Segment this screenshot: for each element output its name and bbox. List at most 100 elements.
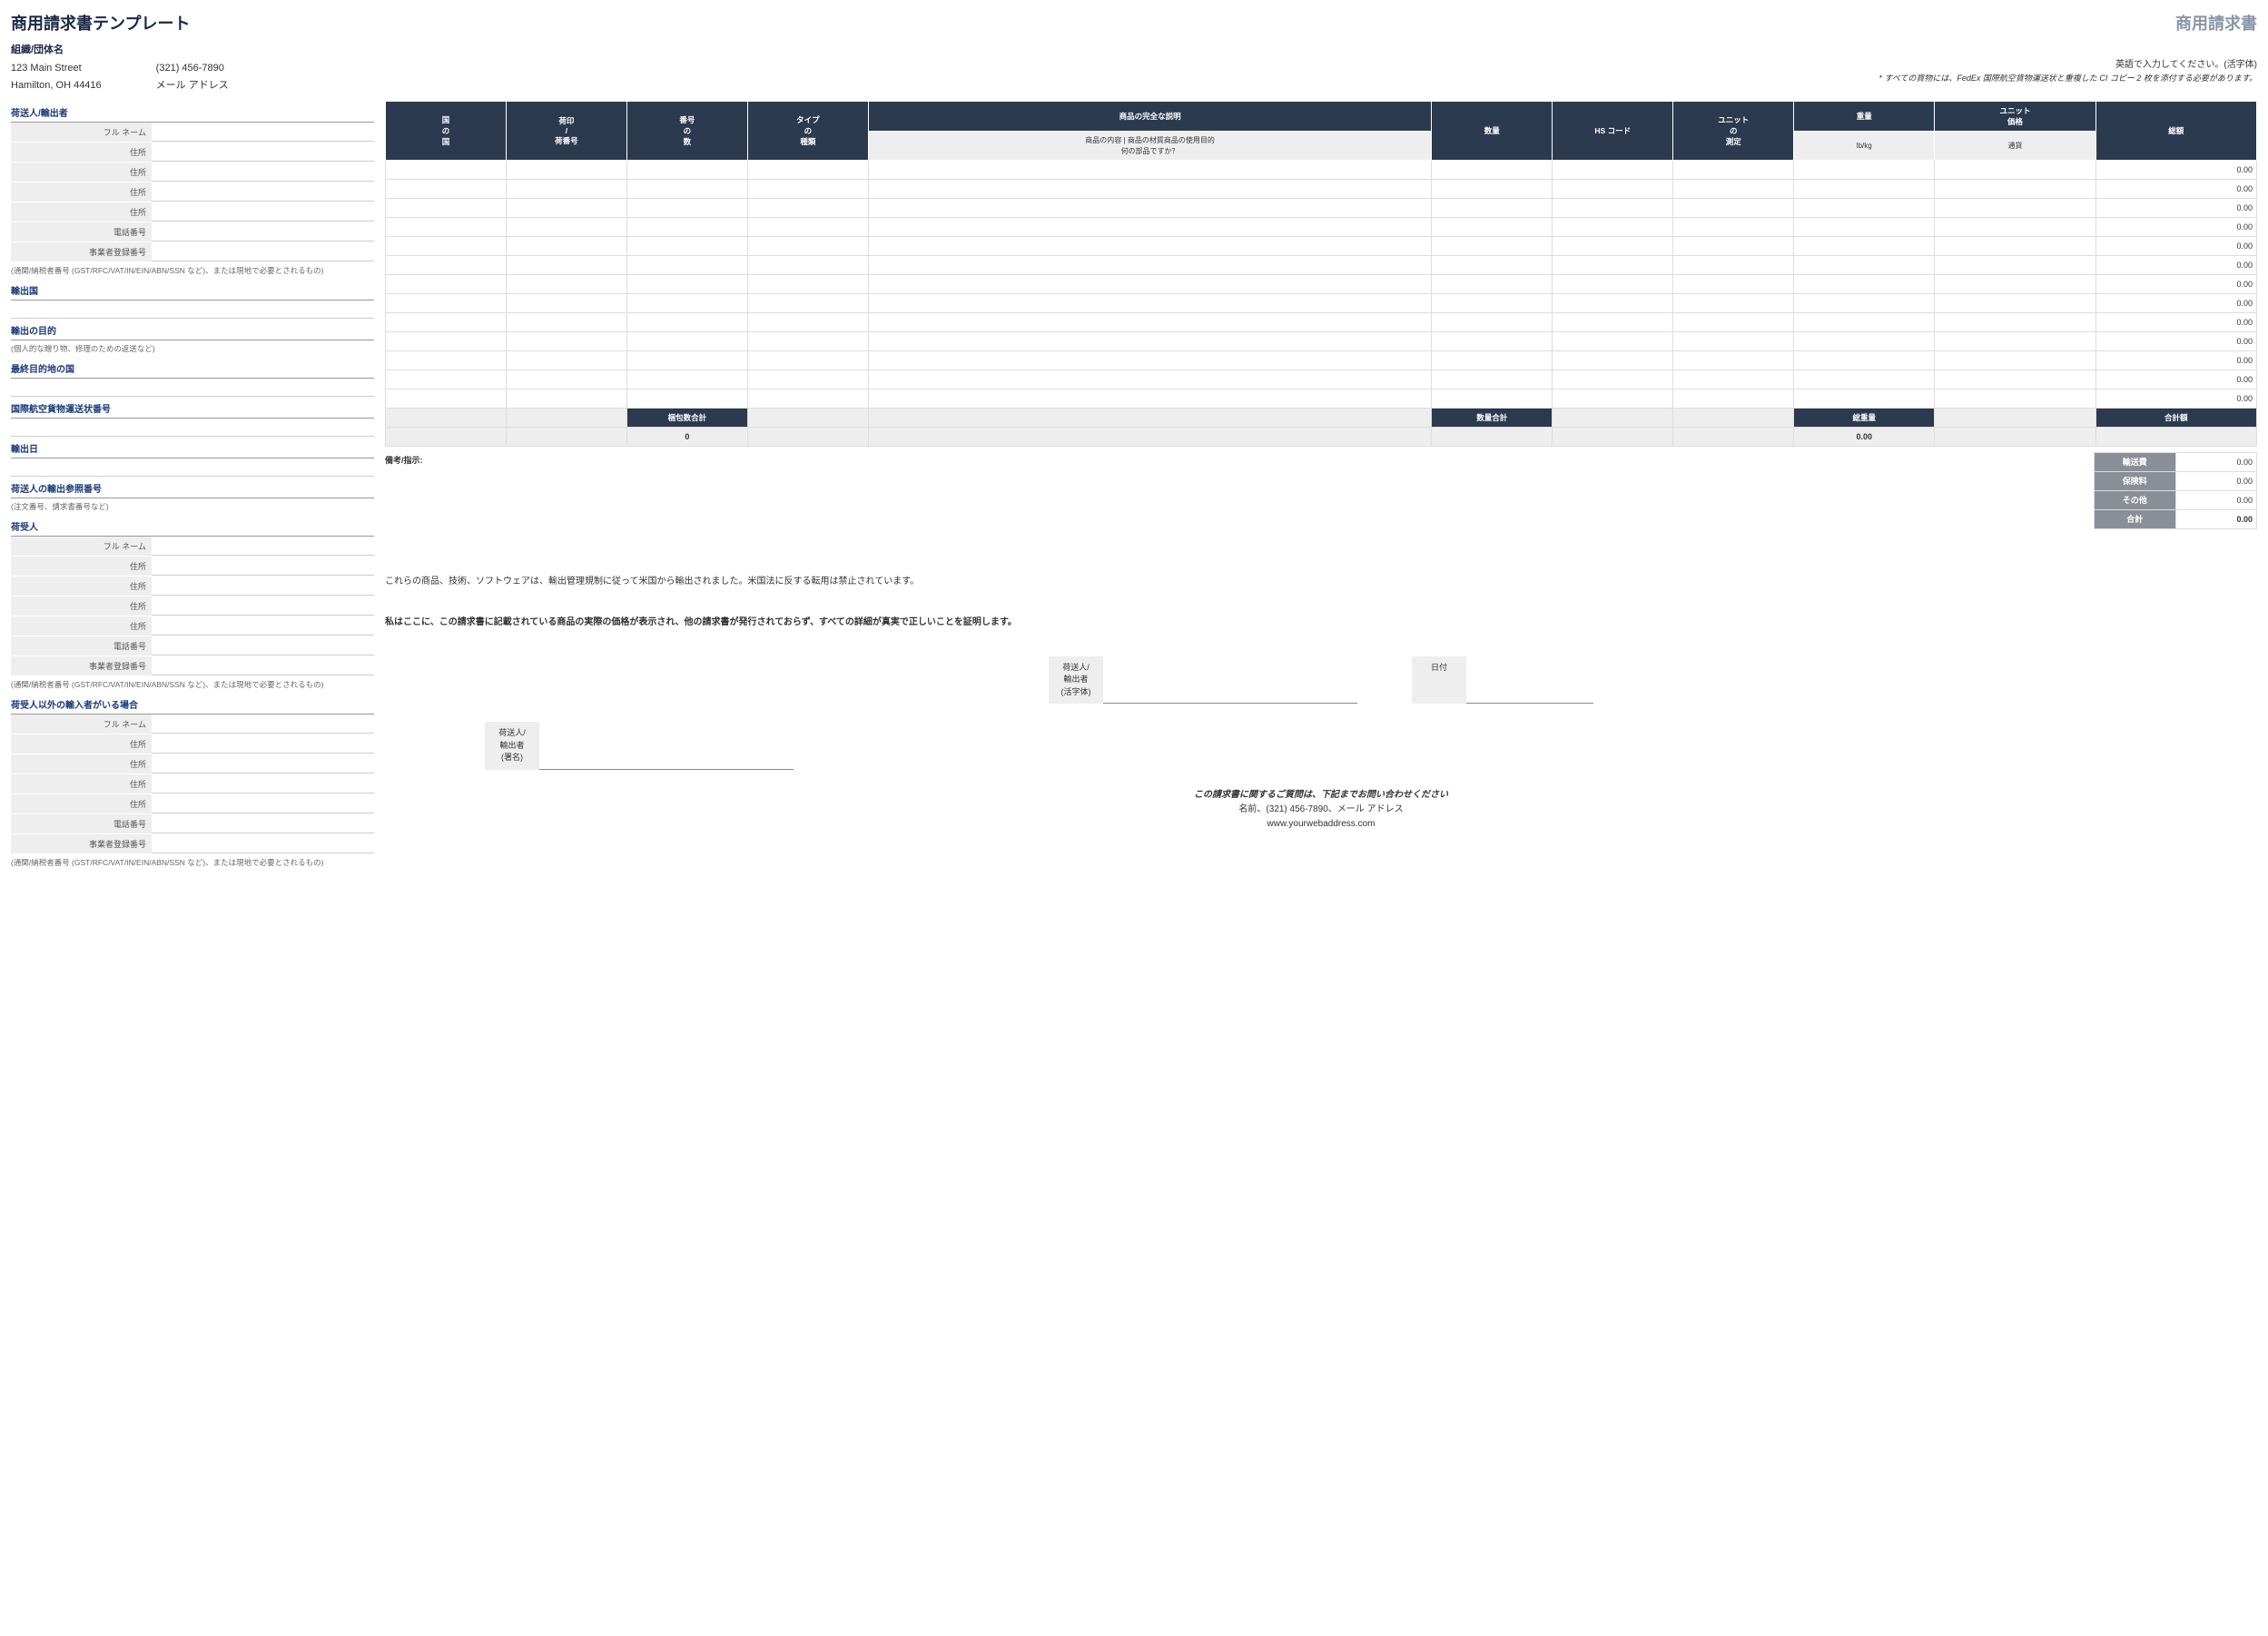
table-cell[interactable] [626,255,747,274]
table-cell[interactable] [1935,160,2095,179]
table-cell[interactable] [626,312,747,331]
table-cell[interactable] [626,179,747,198]
table-cell[interactable] [1553,198,1673,217]
table-cell[interactable] [1553,331,1673,350]
table-cell[interactable] [1935,179,2095,198]
table-cell[interactable] [1553,274,1673,293]
table-cell[interactable] [1935,255,2095,274]
table-cell[interactable] [506,331,626,350]
table-cell[interactable] [1794,160,1935,179]
table-cell[interactable] [1673,389,1794,408]
table-cell[interactable] [506,350,626,370]
table-cell[interactable] [868,293,1432,312]
table-cell[interactable] [747,236,868,255]
table-cell[interactable] [868,274,1432,293]
shipper-phone[interactable] [152,222,374,241]
table-cell[interactable] [1935,293,2095,312]
table-cell[interactable] [1432,160,1553,179]
table-cell[interactable] [506,293,626,312]
table-cell[interactable] [1794,217,1935,236]
table-cell[interactable] [1432,255,1553,274]
sign-date-field[interactable] [1466,656,1593,705]
table-cell[interactable] [747,160,868,179]
table-cell[interactable] [626,293,747,312]
table-cell[interactable] [1935,217,2095,236]
table-cell[interactable] [747,312,868,331]
table-cell[interactable] [386,198,507,217]
table-cell[interactable] [626,370,747,389]
table-cell[interactable] [868,389,1432,408]
table-cell[interactable] [626,198,747,217]
table-cell[interactable] [506,179,626,198]
table-cell[interactable] [868,217,1432,236]
table-cell[interactable] [1432,389,1553,408]
table-cell[interactable] [868,160,1432,179]
table-cell[interactable] [1553,312,1673,331]
table-cell[interactable] [626,160,747,179]
table-cell[interactable] [1673,331,1794,350]
table-cell[interactable] [1673,274,1794,293]
table-cell[interactable] [1673,255,1794,274]
table-cell[interactable] [1935,350,2095,370]
table-cell[interactable] [1432,331,1553,350]
consignee-fullname[interactable] [152,537,374,556]
table-cell[interactable] [1794,350,1935,370]
shipper-fullname[interactable] [152,123,374,142]
table-cell[interactable] [1794,293,1935,312]
consignee-addr1[interactable] [152,557,374,576]
table-cell[interactable] [506,312,626,331]
table-cell[interactable] [1432,179,1553,198]
table-cell[interactable] [868,179,1432,198]
consignee-addr2[interactable] [152,577,374,596]
table-cell[interactable] [1794,179,1935,198]
table-cell[interactable] [386,370,507,389]
importer-addr4[interactable] [152,794,374,813]
table-cell[interactable] [1673,312,1794,331]
table-cell[interactable] [506,160,626,179]
importer-addr1[interactable] [152,734,374,754]
table-cell[interactable] [1935,236,2095,255]
table-cell[interactable] [1673,198,1794,217]
table-cell[interactable] [1794,274,1935,293]
shipper-addr3[interactable] [152,182,374,202]
table-cell[interactable] [1432,312,1553,331]
table-cell[interactable] [747,179,868,198]
table-cell[interactable] [506,198,626,217]
table-cell[interactable] [1794,312,1935,331]
table-cell[interactable] [1673,293,1794,312]
table-cell[interactable] [386,217,507,236]
table-cell[interactable] [1673,179,1794,198]
table-cell[interactable] [747,217,868,236]
table-cell[interactable] [868,236,1432,255]
table-cell[interactable] [868,331,1432,350]
table-cell[interactable] [868,370,1432,389]
table-cell[interactable] [1935,198,2095,217]
table-cell[interactable] [1432,236,1553,255]
consignee-taxid[interactable] [152,656,374,675]
table-cell[interactable] [506,217,626,236]
table-cell[interactable] [1553,350,1673,370]
table-cell[interactable] [626,274,747,293]
table-cell[interactable] [386,274,507,293]
table-cell[interactable] [1432,274,1553,293]
table-cell[interactable] [868,198,1432,217]
sign-signature-field[interactable] [539,722,794,770]
table-cell[interactable] [1673,370,1794,389]
table-cell[interactable] [626,217,747,236]
table-cell[interactable] [1553,217,1673,236]
table-cell[interactable] [1673,217,1794,236]
table-cell[interactable] [1794,389,1935,408]
table-cell[interactable] [1673,160,1794,179]
table-cell[interactable] [626,350,747,370]
table-cell[interactable] [747,198,868,217]
table-cell[interactable] [1794,198,1935,217]
table-cell[interactable] [1935,331,2095,350]
table-cell[interactable] [386,293,507,312]
table-cell[interactable] [1432,370,1553,389]
table-cell[interactable] [626,389,747,408]
table-cell[interactable] [747,370,868,389]
table-cell[interactable] [1673,350,1794,370]
table-cell[interactable] [1432,293,1553,312]
importer-taxid[interactable] [152,834,374,853]
table-cell[interactable] [1935,370,2095,389]
